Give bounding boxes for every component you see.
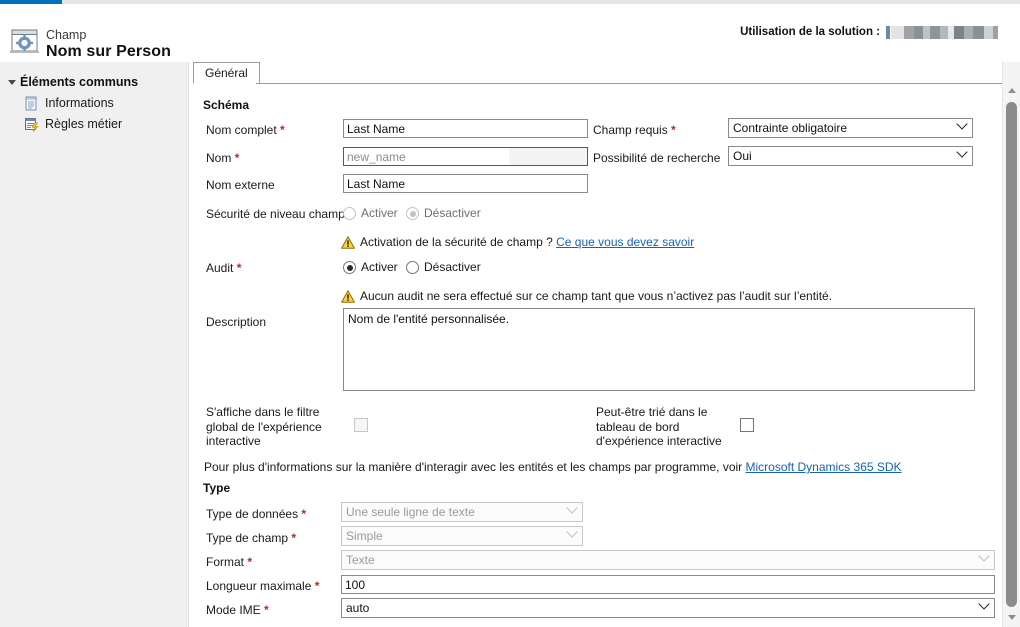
content-panel: Général Schéma Nom complet * Nom * Nom e… xyxy=(189,62,1020,627)
business-rules-icon xyxy=(24,117,39,132)
sdk-note: Pour plus d'informations sur la manière … xyxy=(204,460,902,474)
warning-triangle-icon xyxy=(341,236,355,249)
longueur-maximale-input[interactable] xyxy=(341,575,995,594)
field-editor-window: Champ Nom sur Person Utilisation de la s… xyxy=(0,0,1020,627)
radio-dot-icon xyxy=(406,207,419,220)
label-sortable-dashboard: Peut-être trié dans le tableau de bord d… xyxy=(596,405,731,449)
security-warning-text: Activation de la sécurité de champ ? Ce … xyxy=(360,235,694,249)
section-title-type: Type xyxy=(203,481,230,495)
label-nom-complet: Nom complet * xyxy=(206,123,285,137)
label-type-donnees: Type de données * xyxy=(206,507,306,521)
required-marker: * xyxy=(244,555,252,569)
champ-requis-select[interactable]: Contrainte obligatoire xyxy=(728,118,973,138)
sidebar-item-label: Règles métier xyxy=(45,117,122,131)
required-marker: * xyxy=(298,507,306,521)
solution-usage-label: Utilisation de la solution : xyxy=(740,26,880,38)
security-warning-link[interactable]: Ce que vous devez savoir xyxy=(556,235,694,249)
required-marker: * xyxy=(233,261,241,275)
mode-ime-select[interactable]: auto xyxy=(341,598,995,618)
scroll-up-arrow[interactable] xyxy=(1003,82,1020,99)
chevron-down-icon xyxy=(956,118,967,129)
nom-complet-input[interactable] xyxy=(343,119,588,138)
solution-usage-value-redacted xyxy=(886,26,998,39)
radio-dot-icon xyxy=(343,207,356,220)
label-possibilite-recherche: Possibilité de recherche xyxy=(593,151,720,165)
radio-dot-icon xyxy=(343,261,356,274)
required-marker: * xyxy=(288,531,296,545)
required-marker: * xyxy=(231,151,239,165)
tab-strip: Général xyxy=(193,62,1020,84)
window-gear-icon xyxy=(10,29,40,55)
page-title: Nom sur Person xyxy=(46,43,171,61)
label-global-filter: S'affiche dans le filtre global de l'exp… xyxy=(206,405,331,449)
vertical-scrollbar[interactable] xyxy=(1002,62,1020,627)
label-longueur-maximale: Longueur maximale * xyxy=(206,579,319,593)
scrollbar-thumb[interactable] xyxy=(1006,102,1017,607)
label-mode-ime: Mode IME * xyxy=(206,603,269,617)
required-marker: * xyxy=(261,603,269,617)
label-nom-externe: Nom externe xyxy=(206,178,275,192)
section-title-schema: Schéma xyxy=(203,98,249,112)
audit-warning-text: Aucun audit ne sera effectué sur ce cham… xyxy=(360,289,832,303)
sidebar-item-label: Informations xyxy=(45,96,114,110)
sortable-dashboard-checkbox[interactable] xyxy=(740,418,754,432)
type-donnees-select[interactable]: Une seule ligne de texte xyxy=(341,502,583,522)
label-champ-requis: Champ requis * xyxy=(593,123,676,137)
sidebar: Éléments communs Informations xyxy=(0,62,189,627)
chevron-down-icon xyxy=(978,550,989,561)
header-kicker: Champ xyxy=(46,28,86,42)
scroll-down-arrow[interactable] xyxy=(1003,608,1020,625)
warning-triangle-icon xyxy=(341,290,355,303)
sdk-note-link[interactable]: Microsoft Dynamics 365 SDK xyxy=(746,460,902,474)
label-securite-niveau-champ: Sécurité de niveau champ xyxy=(206,207,345,221)
global-filter-checkbox[interactable] xyxy=(354,418,368,432)
radio-dot-icon xyxy=(406,261,419,274)
sidebar-group-common-elements[interactable]: Éléments communs xyxy=(20,75,138,89)
type-champ-select[interactable]: Simple xyxy=(341,526,583,546)
chevron-down-icon xyxy=(566,502,577,513)
required-marker: * xyxy=(311,579,319,593)
nom-externe-input[interactable] xyxy=(343,174,588,193)
tab-general[interactable]: Général xyxy=(193,62,260,83)
description-textarea[interactable] xyxy=(343,308,975,391)
document-icon xyxy=(24,96,39,111)
possibilite-recherche-select[interactable]: Oui xyxy=(728,146,973,166)
format-select[interactable]: Texte xyxy=(341,550,995,570)
chevron-down-icon xyxy=(566,526,577,537)
required-marker: * xyxy=(668,123,676,137)
label-type-champ: Type de champ * xyxy=(206,531,296,545)
label-audit: Audit * xyxy=(206,261,241,275)
label-description: Description xyxy=(206,315,266,329)
page-header: Champ Nom sur Person Utilisation de la s… xyxy=(0,4,1020,62)
label-nom: Nom * xyxy=(206,151,239,165)
general-tab-pane: Schéma Nom complet * Nom * Nom externe C… xyxy=(193,84,1006,627)
chevron-down-icon xyxy=(978,598,989,609)
label-format: Format * xyxy=(206,555,252,569)
nom-input[interactable] xyxy=(343,147,588,166)
chevron-down-icon xyxy=(956,146,967,157)
chevron-down-icon[interactable] xyxy=(8,80,16,85)
required-marker: * xyxy=(277,123,285,137)
